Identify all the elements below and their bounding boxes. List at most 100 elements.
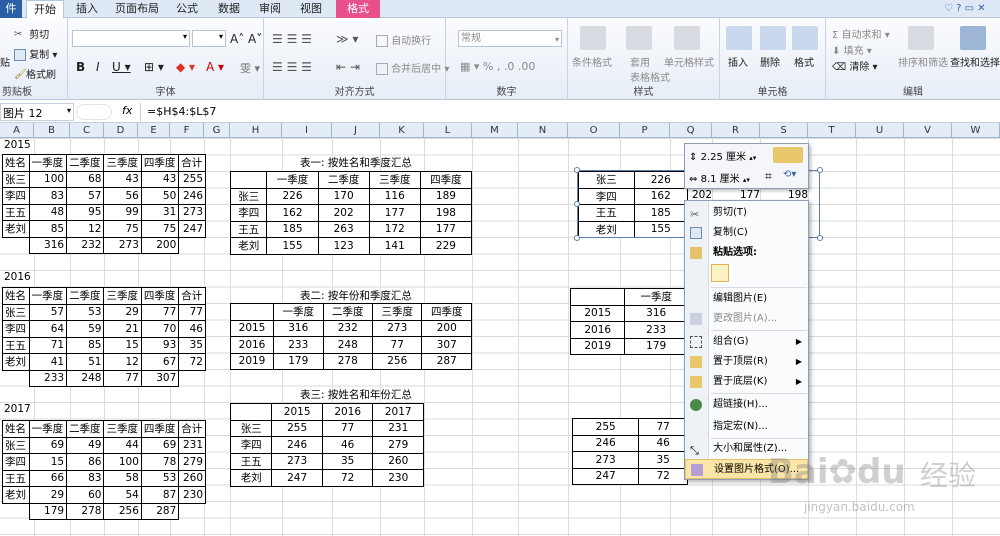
- table-cell[interactable]: 72: [321, 469, 374, 487]
- table-cell[interactable]: 老刘: [229, 237, 268, 255]
- top-align-buttons[interactable]: ☰ ☰ ☰: [272, 32, 312, 46]
- table-cell[interactable]: 279: [372, 436, 424, 454]
- merge-center-button[interactable]: 合并后居中 ▾: [376, 60, 449, 75]
- table-cell[interactable]: 老刘: [229, 469, 273, 487]
- table-cell[interactable]: 46: [321, 436, 374, 454]
- table-cell[interactable]: 老刘: [2, 353, 30, 371]
- column-header-F[interactable]: F: [170, 123, 204, 138]
- table-cell[interactable]: 12: [103, 353, 142, 371]
- menu-item-send-to-back[interactable]: 置于底层(K) ▶: [685, 372, 808, 392]
- table-cell[interactable]: 71: [28, 336, 68, 354]
- menu-item-copy[interactable]: 复制(C): [685, 223, 808, 243]
- menu-item-edit-picture[interactable]: 编辑图片(E): [685, 289, 808, 309]
- header-cell[interactable]: 四季度: [140, 420, 180, 438]
- bold-button[interactable]: B: [76, 60, 85, 74]
- table-cell[interactable]: 35: [178, 336, 206, 354]
- delete-cells-button[interactable]: 删除: [760, 54, 780, 69]
- menu-item-change-picture[interactable]: 更改图片(A)...: [685, 309, 808, 329]
- table-cell[interactable]: 78: [140, 453, 180, 471]
- column-header-P[interactable]: P: [620, 123, 670, 138]
- header-cell[interactable]: 三季度: [371, 303, 423, 321]
- column-header-A[interactable]: A: [0, 123, 34, 138]
- tab-file[interactable]: 件: [0, 0, 22, 18]
- table-cell[interactable]: 316: [28, 236, 68, 254]
- table-cell[interactable]: 35: [321, 452, 374, 470]
- header-cell[interactable]: 三季度: [103, 287, 142, 305]
- table-cell[interactable]: 44: [103, 436, 142, 454]
- column-header-H[interactable]: H: [230, 123, 282, 138]
- table-cell[interactable]: 张三: [229, 187, 268, 205]
- table-cell[interactable]: 307: [421, 336, 472, 354]
- table-cell[interactable]: 230: [178, 486, 206, 504]
- table-cell[interactable]: 248: [322, 336, 373, 354]
- table-cell[interactable]: 70: [140, 320, 180, 338]
- table-cell[interactable]: 256: [103, 502, 142, 520]
- column-header-D[interactable]: D: [104, 123, 138, 138]
- table-cell[interactable]: 66: [28, 469, 68, 487]
- header-cell[interactable]: 一季度: [28, 154, 68, 172]
- table-cell[interactable]: 231: [178, 436, 206, 454]
- table-cell[interactable]: 260: [372, 452, 424, 470]
- table-cell[interactable]: 255: [271, 419, 323, 437]
- table-cell[interactable]: 49: [66, 436, 105, 454]
- linked-picture-2[interactable]: 一季度 2015 316 2016 233 2019 179: [569, 288, 688, 355]
- table-cell[interactable]: 53: [140, 469, 180, 487]
- number-format-combo[interactable]: 常规 ▾: [458, 30, 562, 47]
- table-cell[interactable]: 232: [66, 236, 105, 254]
- table-cell[interactable]: 王五: [229, 220, 268, 238]
- conditional-format-button[interactable]: 条件格式: [572, 54, 612, 69]
- table-cell[interactable]: 162: [266, 204, 319, 222]
- autosum-button[interactable]: Σ 自动求和 ▾: [832, 26, 890, 41]
- column-header-J[interactable]: J: [332, 123, 380, 138]
- table-cell[interactable]: 179: [624, 337, 688, 355]
- table-cell[interactable]: 189: [419, 187, 473, 205]
- column-header-W[interactable]: W: [952, 123, 1000, 138]
- table-cell[interactable]: 141: [368, 237, 421, 255]
- table-cell[interactable]: 75: [140, 220, 180, 238]
- column-header-G[interactable]: G: [204, 123, 230, 138]
- header-cell[interactable]: 合计: [178, 154, 206, 172]
- header-cell[interactable]: 合计: [178, 287, 206, 305]
- column-header-K[interactable]: K: [380, 123, 424, 138]
- header-cell[interactable]: 合计: [178, 420, 206, 438]
- header-cell[interactable]: 二季度: [66, 287, 105, 305]
- table-cell[interactable]: 51: [66, 353, 105, 371]
- underline-button[interactable]: U ▾: [112, 60, 131, 74]
- header-cell[interactable]: 2015: [271, 403, 323, 421]
- table-cell[interactable]: 99: [103, 203, 142, 221]
- table-cell[interactable]: 279: [178, 453, 206, 471]
- table-cell[interactable]: [179, 370, 206, 387]
- tab-picture-format[interactable]: 格式: [336, 0, 380, 18]
- header-cell[interactable]: 二季度: [322, 303, 373, 321]
- borders-button[interactable]: ⊞ ▾: [144, 60, 164, 74]
- table-cell[interactable]: 255: [571, 418, 640, 436]
- table-cell[interactable]: 95: [66, 203, 105, 221]
- table-cell[interactable]: 57: [28, 303, 68, 321]
- table-cell[interactable]: [3, 503, 30, 520]
- header-cell[interactable]: [569, 288, 626, 306]
- format-cells-button[interactable]: 格式: [794, 54, 814, 69]
- table-cell[interactable]: 273: [571, 451, 640, 469]
- table-cell[interactable]: 59: [66, 320, 105, 338]
- table-cell[interactable]: 35: [638, 451, 688, 469]
- resize-handle[interactable]: [817, 235, 823, 241]
- clear-button[interactable]: ⌫ 清除 ▾: [832, 58, 878, 73]
- table-cell[interactable]: 53: [66, 303, 105, 321]
- menu-item-bring-to-front[interactable]: 置于顶层(R) ▶: [685, 352, 808, 372]
- header-cell[interactable]: 三季度: [103, 420, 142, 438]
- table-cell[interactable]: 31: [140, 203, 180, 221]
- table-cell[interactable]: 246: [178, 187, 206, 205]
- header-cell[interactable]: 一季度: [273, 303, 324, 321]
- table-cell[interactable]: 72: [638, 467, 688, 485]
- insert-cells-button[interactable]: 插入: [728, 54, 748, 69]
- table-cell[interactable]: 张三: [2, 303, 30, 321]
- table-cell[interactable]: 177: [419, 220, 473, 238]
- header-cell[interactable]: 二季度: [317, 171, 370, 189]
- table-cell[interactable]: 179: [273, 352, 324, 370]
- table-cell[interactable]: 54: [103, 486, 142, 504]
- table-cell[interactable]: 15: [103, 336, 142, 354]
- menu-item-group[interactable]: 组合(G) ▶: [685, 332, 808, 352]
- menu-item-cut[interactable]: ✂ 剪切(T): [685, 203, 808, 223]
- table-cell[interactable]: 87: [140, 486, 180, 504]
- table-cell[interactable]: 233: [273, 336, 324, 354]
